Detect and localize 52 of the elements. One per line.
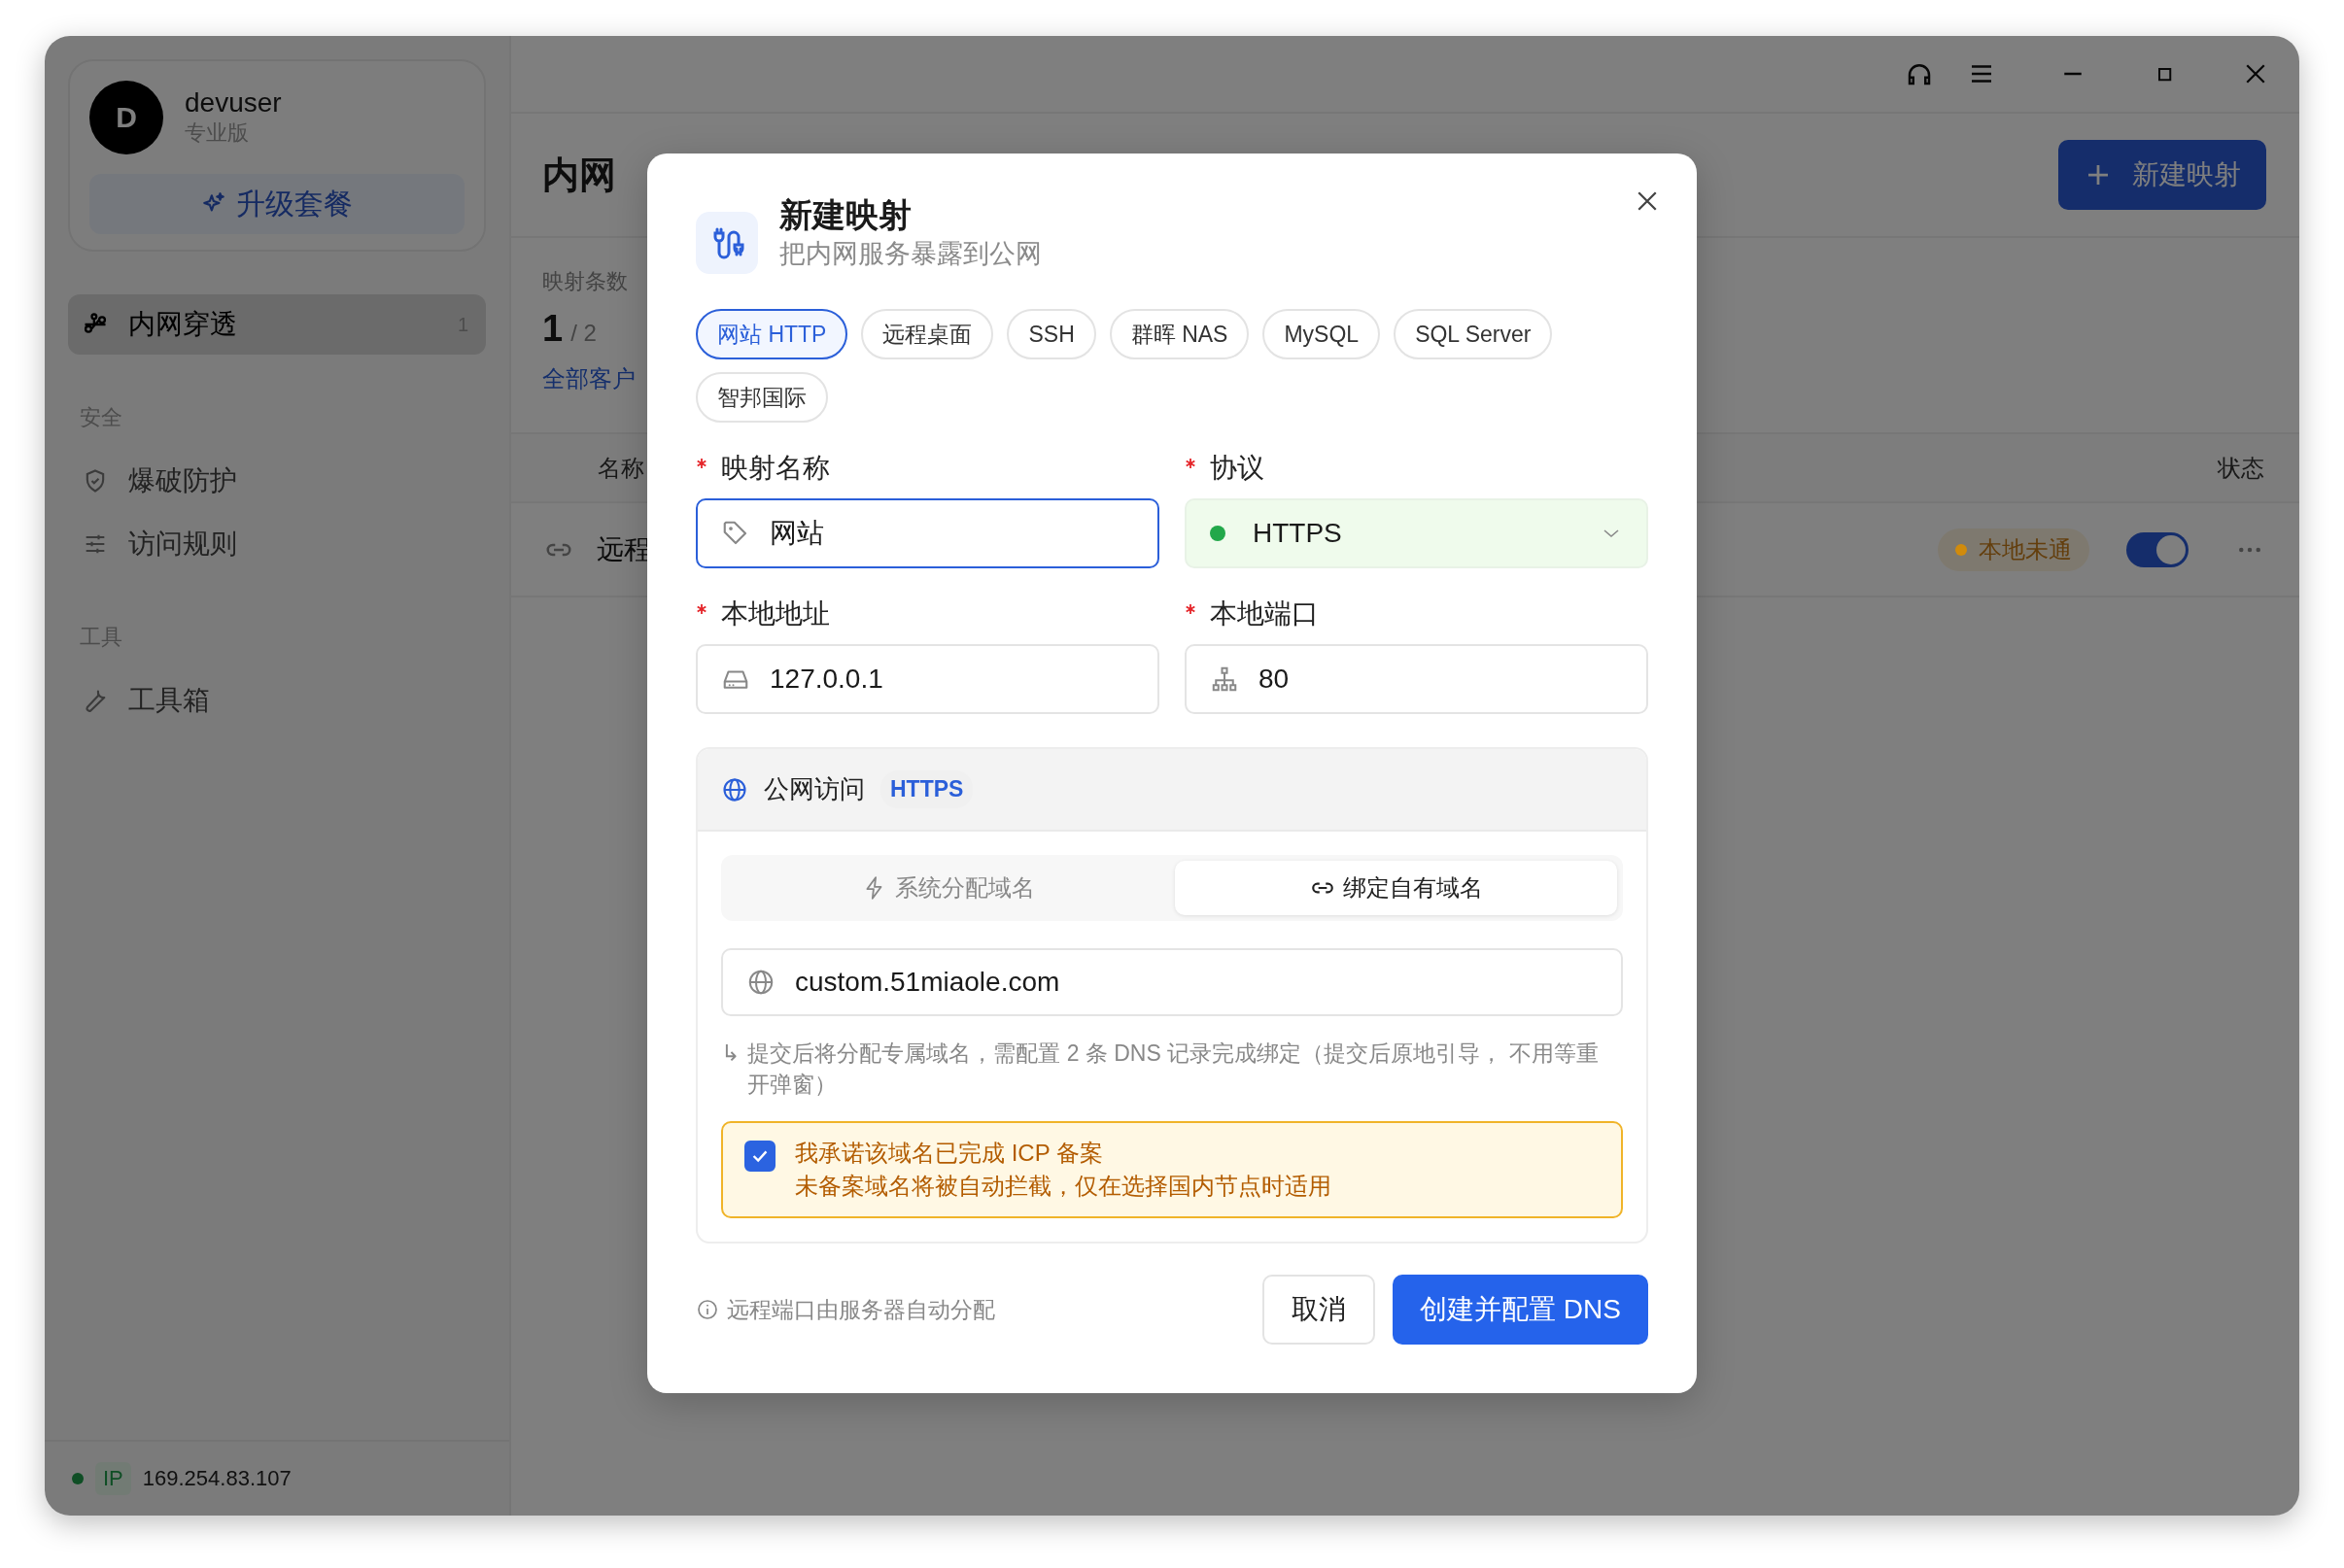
toggle-switch[interactable] bbox=[2126, 531, 2189, 567]
input-field[interactable]: 80 bbox=[1185, 644, 1648, 714]
avatar: D bbox=[89, 81, 163, 154]
preset-chip[interactable]: MySQL bbox=[1262, 309, 1381, 359]
mode-tab[interactable]: 绑定自有域名 bbox=[1175, 861, 1617, 915]
nav-label: 访问规则 bbox=[128, 528, 237, 561]
ip-badge: IP bbox=[95, 1462, 131, 1495]
create-button[interactable]: 创建并配置 DNS bbox=[1393, 1275, 1648, 1345]
preset-chip[interactable]: 网站 HTTP bbox=[696, 309, 848, 359]
section-title: 公网访问 bbox=[764, 773, 865, 805]
input-field[interactable]: 127.0.0.1 bbox=[696, 644, 1159, 714]
globe-icon bbox=[746, 968, 776, 997]
preset-chip[interactable]: 群晖 NAS bbox=[1109, 309, 1250, 359]
field-label: 映射名称 bbox=[721, 452, 830, 485]
nav-label: 爆破防护 bbox=[128, 464, 237, 497]
nav-item[interactable]: 爆破防护 bbox=[68, 451, 486, 511]
column-header: 名称 bbox=[598, 453, 644, 483]
field-label: 本地端口 bbox=[1210, 597, 1319, 631]
cancel-button[interactable]: 取消 bbox=[1262, 1275, 1376, 1345]
preset-chip[interactable]: 远程桌面 bbox=[861, 309, 994, 359]
hint-mark: ↳ bbox=[721, 1040, 741, 1068]
field-label: 本地地址 bbox=[721, 597, 830, 631]
nav-label: 内网穿透 bbox=[128, 308, 237, 341]
stat-value: 1 bbox=[542, 308, 564, 350]
domain-field[interactable]: custom.51miaole.com bbox=[721, 948, 1623, 1016]
checkbox[interactable] bbox=[744, 1141, 776, 1172]
input-field[interactable]: 网站 bbox=[696, 498, 1159, 568]
page-title: 内网 bbox=[542, 153, 616, 197]
network-icon bbox=[1210, 665, 1239, 694]
field-label: 协议 bbox=[1210, 452, 1264, 485]
icp-note: 未备案域名将被自动拦截，仅在选择国内节点时适用 bbox=[795, 1172, 1331, 1201]
preset-chip[interactable]: 智邦国际 bbox=[696, 372, 828, 423]
info-icon bbox=[696, 1298, 719, 1321]
preset-chip[interactable]: SSH bbox=[1007, 309, 1096, 359]
nav-label: 工具箱 bbox=[128, 684, 210, 717]
nav-item[interactable]: 工具箱 bbox=[68, 670, 486, 731]
nav-item[interactable]: 访问规则 bbox=[68, 514, 486, 574]
stat-total: / 2 bbox=[570, 320, 597, 347]
ip-address: 169.254.83.107 bbox=[142, 1466, 292, 1491]
user-name: devuser bbox=[185, 87, 282, 119]
footer-note: 远程端口由服务器自动分配 bbox=[727, 1295, 995, 1324]
plug-icon bbox=[696, 212, 758, 274]
protocol-select[interactable]: HTTPS bbox=[1185, 498, 1648, 568]
hint-text: 提交后将分配专属域名，需配置 2 条 DNS 记录完成绑定（提交后原地引导， 不用等重开弹窗） bbox=[747, 1040, 1600, 1099]
icp-statement: 我承诺该域名已完成 ICP 备案 bbox=[795, 1139, 1104, 1168]
status-pill: 本地未通 bbox=[1938, 528, 2089, 571]
column-header: 状态 bbox=[2218, 453, 2264, 483]
globe-icon bbox=[721, 775, 748, 803]
preset-chip[interactable]: SQL Server bbox=[1394, 309, 1553, 359]
dialog-subtitle: 把内网服务暴露到公网 bbox=[779, 238, 1042, 270]
stat-label: 映射条数 bbox=[542, 268, 629, 295]
dialog-title: 新建映射 bbox=[779, 195, 913, 235]
